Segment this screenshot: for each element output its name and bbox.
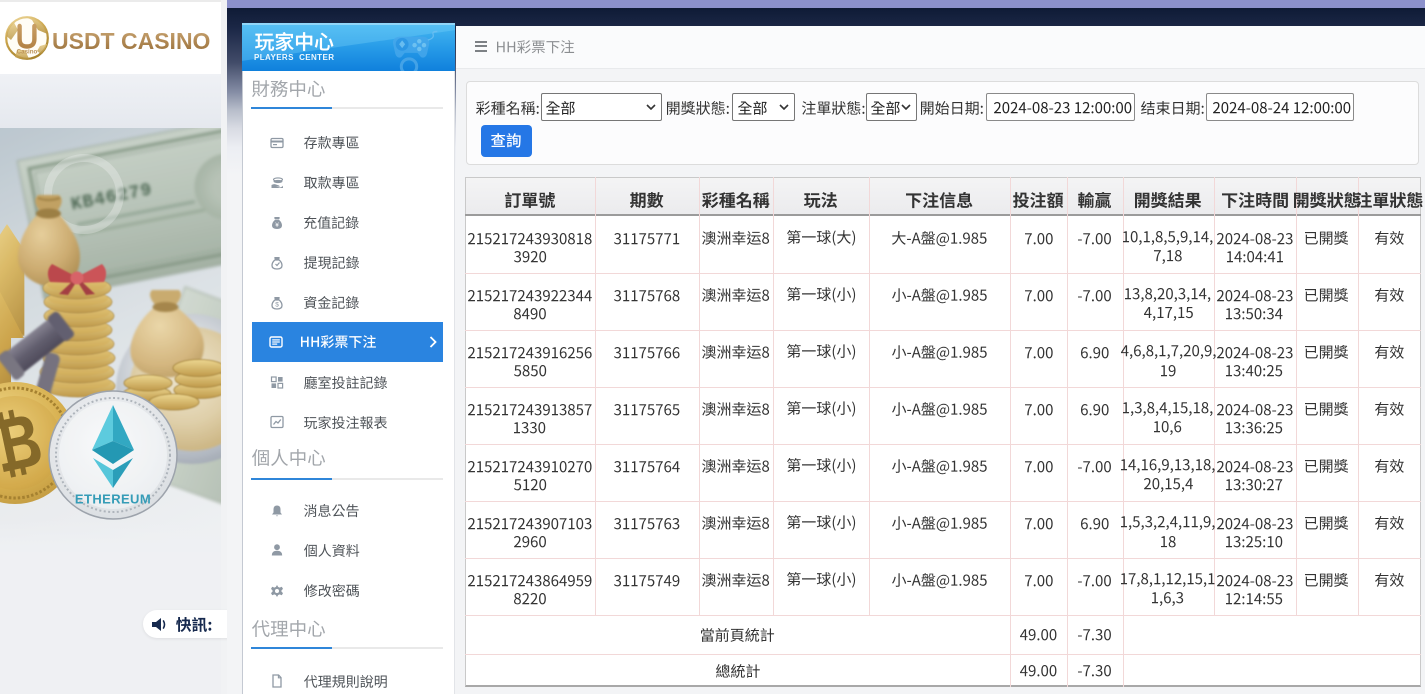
svg-text:Casino: Casino [16, 48, 37, 55]
svg-text:$: $ [275, 301, 279, 308]
svg-text:¥: ¥ [275, 222, 279, 229]
